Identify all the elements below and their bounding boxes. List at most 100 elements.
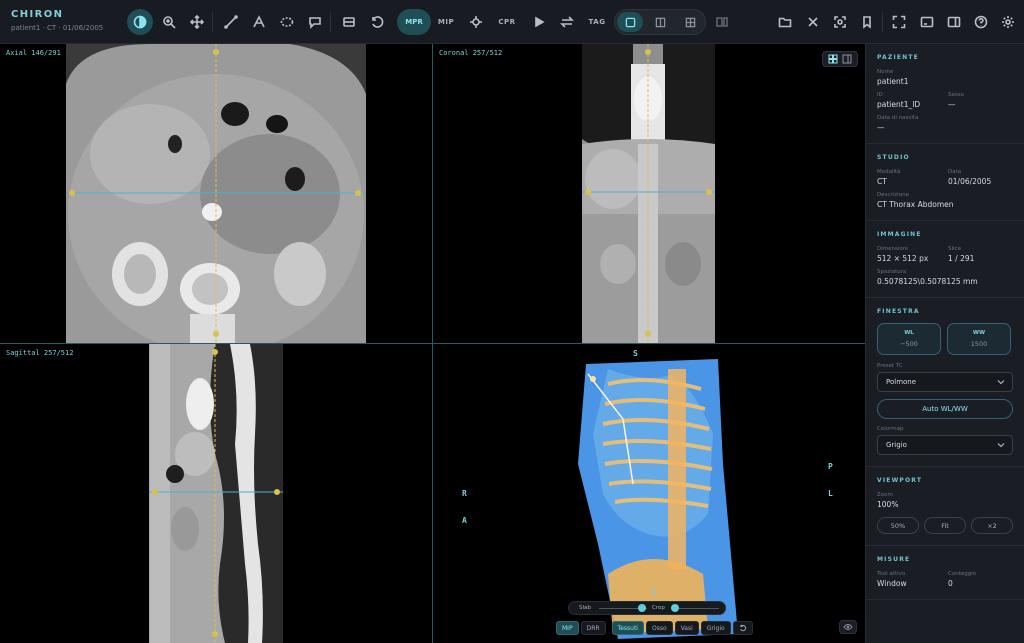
- zoom-fit-button[interactable]: Fit: [924, 517, 966, 534]
- orient-inferior: I: [652, 588, 657, 597]
- settings-button[interactable]: [999, 11, 1017, 33]
- volume-viewport[interactable]: S R A P L I: [433, 344, 865, 643]
- mode-vasi-button[interactable]: Vasi: [674, 621, 699, 635]
- play-button[interactable]: [530, 11, 548, 33]
- patient-name: patient1: [877, 77, 909, 86]
- crop-slider-handle[interactable]: [671, 604, 679, 612]
- patient-dob: —: [877, 123, 885, 132]
- compare-layout-button[interactable]: [713, 11, 731, 33]
- open-folder-button[interactable]: [776, 11, 794, 33]
- viewport-title: VIEWPORT: [877, 477, 923, 484]
- slab-icon: [343, 17, 355, 27]
- study-section: STUDIO Modalità CT Data 01/06/2005 Descriz…: [866, 144, 1024, 221]
- study-date: 01/06/2005: [948, 177, 992, 186]
- study-title: STUDIO: [877, 154, 910, 161]
- axial-viewport[interactable]: Axial 146/291: [0, 44, 432, 343]
- colormap-key: Colormap: [877, 426, 904, 432]
- layout-1x2-button[interactable]: [647, 12, 673, 32]
- terminal-button[interactable]: [918, 11, 936, 33]
- grid-icon[interactable]: [828, 54, 838, 64]
- crosshair-button[interactable]: [467, 11, 485, 33]
- bookmark-button[interactable]: [858, 11, 876, 33]
- contrast-icon: [133, 15, 147, 29]
- study-description: CT Thorax Abdomen: [877, 200, 954, 209]
- image-spacing: 0.5078125\0.5078125 mm: [877, 277, 978, 286]
- help-button[interactable]: [972, 11, 990, 33]
- layout-1x1-button[interactable]: [617, 12, 643, 32]
- preset-select[interactable]: Polmone: [877, 372, 1013, 392]
- date-key: Data: [948, 169, 962, 175]
- orient-anterior: A: [462, 516, 467, 525]
- mode-drr-button[interactable]: DRR: [580, 621, 606, 635]
- mip-mode-button[interactable]: MIP: [436, 11, 456, 33]
- rotate-reset-button[interactable]: [732, 621, 753, 635]
- description-key: Descrizione: [877, 192, 909, 198]
- capture-button[interactable]: [831, 11, 849, 33]
- bookmark-icon: [863, 16, 871, 29]
- close-study-button[interactable]: [804, 11, 822, 33]
- slab-crop-panel: Slab Crop: [568, 601, 726, 615]
- viewport-section: VIEWPORT Zoom 100% 50% Fit ×2: [866, 467, 1024, 546]
- ellipse-roi-button[interactable]: [278, 11, 296, 33]
- name-key: Nome: [877, 69, 894, 75]
- toggle-sidebar-button[interactable]: [945, 11, 963, 33]
- pan-tool-button[interactable]: [188, 11, 206, 33]
- id-key: ID: [877, 92, 883, 98]
- split-icon[interactable]: [842, 54, 852, 64]
- annotation-tool-button[interactable]: [306, 11, 324, 33]
- angle-tool-button[interactable]: [250, 11, 268, 33]
- fullscreen-button[interactable]: [890, 11, 908, 33]
- swap-button[interactable]: [558, 11, 576, 33]
- coronal-label: Coronal 257/512: [439, 49, 503, 57]
- sex-key: Sesso: [948, 92, 964, 98]
- chevron-down-icon: [997, 380, 1005, 385]
- colormap-select[interactable]: Grigio: [877, 435, 1013, 455]
- mpr-mode-button[interactable]: MPR: [397, 9, 431, 35]
- mode-mip-button[interactable]: MIP: [556, 621, 579, 635]
- mode-osso-button[interactable]: Osso: [645, 621, 673, 635]
- sagittal-label: Sagittal 257/512: [6, 349, 74, 357]
- colormap-value: Grigio: [886, 441, 907, 449]
- mode-tessuti-button[interactable]: Tessuti: [611, 621, 644, 635]
- measures-section: MISURE Tool attivo Window Conteggio 0: [866, 546, 1024, 600]
- ruler-tool-button[interactable]: [222, 11, 240, 33]
- wl-key: WL: [904, 330, 914, 336]
- zoom-x2-button[interactable]: ×2: [971, 517, 1013, 534]
- layout-2x2-icon: [685, 17, 695, 27]
- tag-button[interactable]: TAG: [586, 11, 608, 33]
- visibility-toggle[interactable]: [839, 620, 857, 634]
- measures-title: MISURE: [877, 556, 911, 563]
- slice-key: Slice: [948, 246, 961, 252]
- coronal-viewport[interactable]: Coronal 257/512: [433, 44, 865, 343]
- mode-grigio-button[interactable]: Grigio: [700, 621, 731, 635]
- folder-icon: [778, 17, 792, 28]
- viewer-grid: Axial 146/291 Coronal 257/512 Sagittal 2…: [0, 44, 865, 643]
- eye-icon: [843, 624, 853, 630]
- dimensions-key: Dimensioni: [877, 246, 908, 252]
- reset-button[interactable]: [368, 11, 386, 33]
- image-dimensions: 512 × 512 px: [877, 254, 929, 263]
- auto-wlww-button[interactable]: Auto WL/WW: [877, 399, 1013, 419]
- zoom-50-button[interactable]: 50%: [877, 517, 919, 534]
- wl-box[interactable]: WL −500: [877, 323, 941, 355]
- axial-ct-image: [66, 44, 366, 343]
- layout-switcher: [614, 9, 706, 35]
- info-sidebar: PAZIENTE Nome patient1 ID patient1_ID Ses…: [865, 44, 1024, 643]
- ww-box[interactable]: WW 1500: [947, 323, 1011, 355]
- preset-value: Polmone: [886, 378, 917, 386]
- zoom-tool-button[interactable]: [160, 11, 178, 33]
- mip-label: MIP: [437, 18, 455, 26]
- active-tool-key: Tool attivo: [877, 571, 906, 577]
- active-tool: Window: [877, 579, 907, 588]
- layout-2x2-button[interactable]: [677, 12, 703, 32]
- orient-superior: S: [633, 349, 638, 358]
- fullscreen-icon: [892, 15, 906, 29]
- image-slice: 1 / 291: [948, 254, 975, 263]
- sagittal-viewport[interactable]: Sagittal 257/512: [0, 344, 432, 643]
- slab-tool-button[interactable]: [340, 11, 358, 33]
- render-mode-bar: MIP DRR Tessuti Osso Vasi Grigio: [556, 621, 753, 637]
- cpr-mode-button[interactable]: CPR: [496, 11, 518, 33]
- chevron-down-icon: [997, 443, 1005, 448]
- contrast-tool-button[interactable]: [127, 9, 153, 35]
- slab-slider-handle[interactable]: [638, 604, 646, 612]
